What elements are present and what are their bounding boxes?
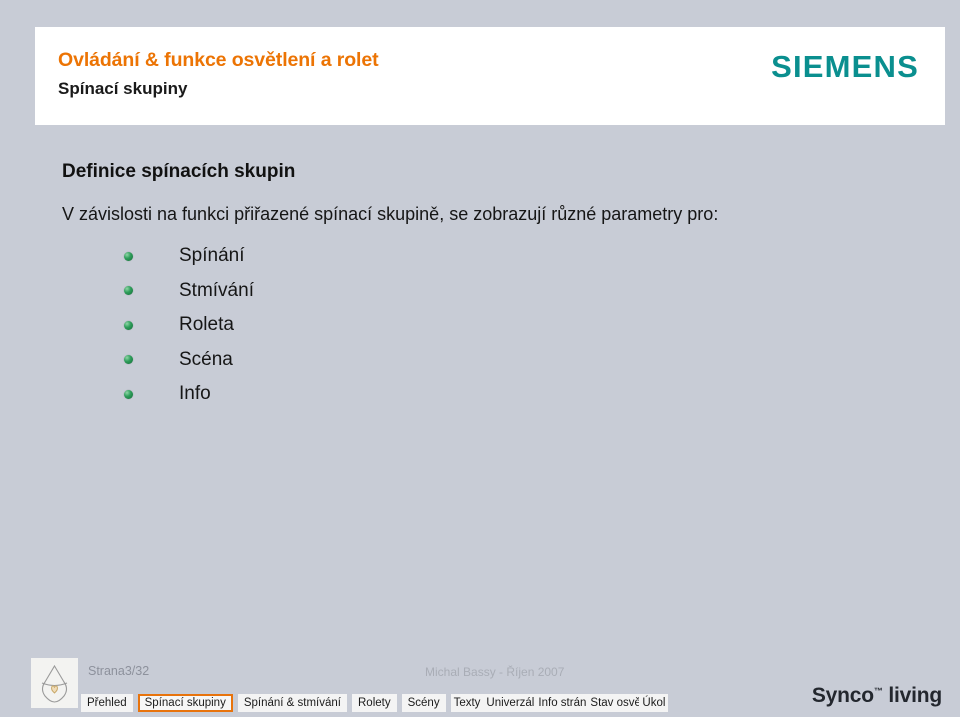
bullet-dot-icon [124,320,133,330]
author-date: Michal Bassy - Říjen 2007 [425,665,565,679]
nav-item-info-stranky[interactable]: Info stránky [535,694,588,712]
list-item-label: Scéna [179,348,233,370]
synco-living-logo: Synco™ living [812,684,942,708]
nav-item-rolety[interactable]: Rolety [352,694,397,712]
list-item-label: Spínání [179,245,245,267]
parameter-bullet-list: Spínání Stmívání Roleta Scéna Info [62,239,822,412]
nav-item-sceny[interactable]: Scény [401,694,446,712]
list-item-label: Roleta [179,314,234,336]
list-item: Spínání [62,239,822,274]
list-item: Stmívání [62,274,822,309]
siemens-logo: SIEMENS [771,49,919,84]
page-title: Ovládání & funkce osvětlení a rolet [58,49,379,71]
nav-item-stav-osvetleni[interactable]: Stav osvětlení [587,694,640,712]
slide-header: Ovládání & funkce osvětlení a rolet Spín… [35,27,945,125]
bullet-dot-icon [124,355,133,365]
nav-item-spinaci-skupiny[interactable]: Spínací skupiny [137,694,233,712]
trademark-symbol: ™ [873,686,883,696]
bullet-dot-icon [124,286,133,296]
nav-item-texty[interactable]: Texty [450,694,484,712]
nav-item-prehled[interactable]: Přehled [81,694,133,712]
header-title-block: Ovládání & funkce osvětlení a rolet Spín… [58,47,379,102]
house-heart-icon [31,658,78,708]
nav-item-ukol[interactable]: Úkol [639,694,669,712]
bullet-dot-icon [124,389,133,399]
footer-navigation[interactable]: Přehled Spínací skupiny Spínání & stmívá… [81,694,669,712]
page-number: Strana3/32 [88,664,150,678]
synco-logo-word: Synco [811,684,874,707]
slide-content: Definice spínacích skupin V závislosti n… [62,160,822,412]
synco-logo-suffix: living [882,684,942,707]
list-item: Scéna [62,343,822,378]
content-heading: Definice spínacích skupin [62,161,296,182]
list-item: Roleta [62,308,822,343]
nav-item-spinani-stmivani[interactable]: Spínání & stmívání [237,694,347,712]
list-item: Info [62,377,822,412]
nav-item-univerzalni-klavesnice[interactable]: Univerzální klávesnice [483,694,536,712]
list-item-label: Stmívání [179,279,254,301]
page-subtitle: Spínací skupiny [58,79,188,98]
bullet-dot-icon [124,251,133,261]
list-item-label: Info [179,383,211,405]
content-paragraph: V závislosti na funkci přiřazené spínací… [62,204,719,224]
